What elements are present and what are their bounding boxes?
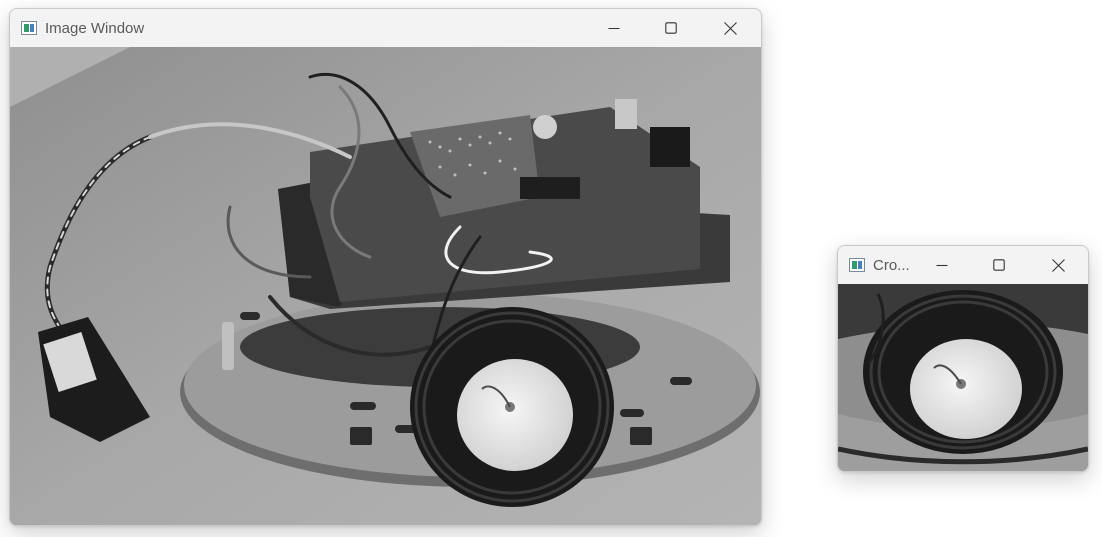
window-title: Cro... <box>873 256 910 274</box>
robot-photo <box>10 47 761 525</box>
minimize-icon <box>936 264 948 267</box>
minimize-button[interactable] <box>586 9 642 47</box>
crop-window-titlebar[interactable]: Cro... <box>838 246 1088 284</box>
image-window-titlebar[interactable]: Image Window <box>10 9 761 47</box>
app-window-icon <box>849 258 865 272</box>
close-icon <box>1051 258 1065 272</box>
crop-image-canvas[interactable] <box>838 284 1088 471</box>
close-button[interactable] <box>702 9 758 47</box>
minimize-button[interactable] <box>914 246 970 284</box>
image-window[interactable]: Image Window <box>9 8 762 526</box>
maximize-button[interactable] <box>643 9 699 47</box>
maximize-icon <box>665 22 677 34</box>
maximize-button[interactable] <box>971 246 1027 284</box>
app-window-icon <box>21 21 37 35</box>
maximize-icon <box>993 259 1005 271</box>
wheel-crop-photo <box>838 284 1088 471</box>
close-icon <box>723 21 737 35</box>
close-button[interactable] <box>1030 246 1086 284</box>
minimize-icon <box>608 27 620 30</box>
crop-window[interactable]: Cro... <box>837 245 1089 472</box>
image-canvas[interactable] <box>10 47 761 525</box>
window-title: Image Window <box>45 19 145 37</box>
